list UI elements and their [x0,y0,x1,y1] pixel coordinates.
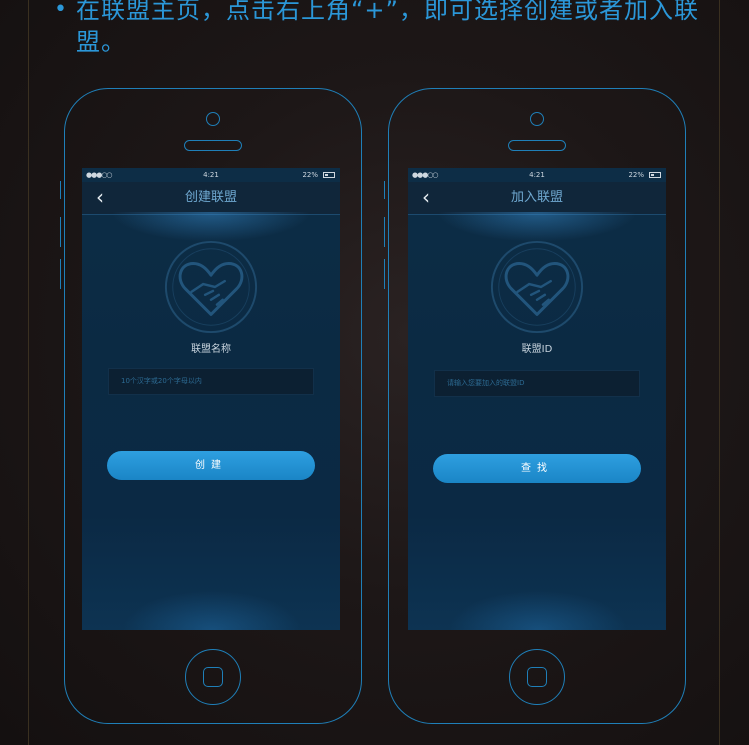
alliance-id-input[interactable]: 请输入您要加入的联盟ID [434,370,640,397]
home-square-icon [203,667,223,687]
field-label: 联盟名称 [191,344,231,355]
mute-switch [60,181,64,199]
bottom-glow [122,590,302,630]
alliance-name-input[interactable]: 10个汉字或20个字母以内 [108,368,314,395]
battery-percent: 22% [628,171,644,179]
volume-down-button [384,259,388,289]
home-button[interactable] [509,649,565,705]
volume-up-button [60,217,64,247]
search-button[interactable]: 查找 [433,454,641,483]
volume-up-button [384,217,388,247]
camera-icon [206,112,220,126]
field-label: 联盟ID [521,344,553,355]
bullet: • [54,0,68,22]
handshake-heart-icon [164,240,258,334]
speaker-icon [508,140,566,151]
home-square-icon [527,667,547,687]
screen: ●●●○○ 4:21 22% ‹ 加入联盟 联盟ID 请输入您要加入的联盟ID … [408,168,666,630]
frame-line-right [719,0,720,745]
nav-bar: ‹ 创建联盟 [82,182,340,215]
battery-icon [323,172,335,178]
camera-icon [530,112,544,126]
clock: 4:21 [529,171,545,179]
status-bar: ●●●○○ 4:21 22% [408,168,666,182]
battery-icon [649,172,661,178]
home-button[interactable] [185,649,241,705]
clock: 4:21 [203,171,219,179]
battery-percent: 22% [302,171,318,179]
create-button[interactable]: 创建 [107,451,315,480]
frame-line-left [28,0,29,745]
instruction-line: 在联盟主页，点击右上角“+”，即可选择创建或者加入联盟。 [76,0,699,56]
screen: ●●●○○ 4:21 22% ‹ 创建联盟 联盟名称 10个汉字或20个字母以内… [82,168,340,630]
speaker-icon [184,140,242,151]
phone-join: ●●●○○ 4:21 22% ‹ 加入联盟 联盟ID 请输入您要加入的联盟ID … [384,88,686,724]
page-title: 创建联盟 [184,190,237,205]
page-title: 加入联盟 [510,190,563,205]
phone-create: ●●●○○ 4:21 22% ‹ 创建联盟 联盟名称 10个汉字或20个字母以内… [60,88,362,724]
volume-down-button [60,259,64,289]
nav-bar: ‹ 加入联盟 [408,182,666,215]
mute-switch [384,181,388,199]
handshake-heart-icon [490,240,584,334]
status-bar: ●●●○○ 4:21 22% [82,168,340,182]
bottom-glow [448,590,628,630]
